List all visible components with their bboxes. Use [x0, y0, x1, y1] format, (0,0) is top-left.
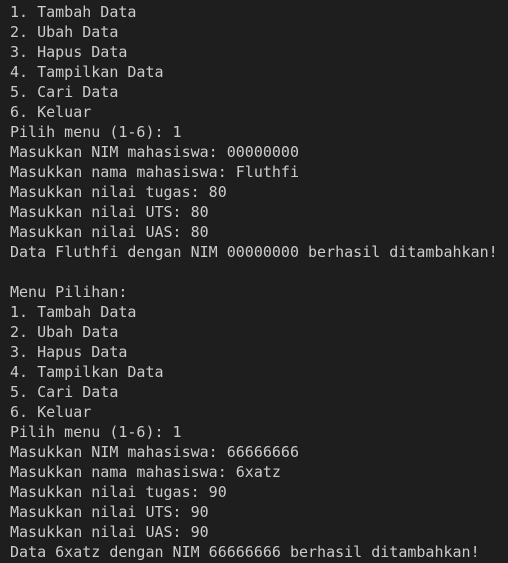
- terminal-line: 1. Tambah Data: [10, 3, 137, 21]
- terminal-line: Masukkan nilai UAS: 80: [10, 223, 209, 241]
- terminal-line: 5. Cari Data: [10, 383, 119, 401]
- terminal-line: 3. Hapus Data: [10, 343, 128, 361]
- terminal-line: 3. Hapus Data: [10, 43, 128, 61]
- terminal-line: Masukkan nilai tugas: 80: [10, 183, 227, 201]
- terminal-line: 5. Cari Data: [10, 83, 119, 101]
- terminal-line: Masukkan nama mahasiswa: 6xatz: [10, 463, 281, 481]
- terminal-line: 2. Ubah Data: [10, 23, 119, 41]
- terminal-line: 4. Tampilkan Data: [10, 363, 164, 381]
- terminal-line: Data Fluthfi dengan NIM 00000000 berhasi…: [10, 243, 498, 261]
- terminal-line: Pilih menu (1-6): 1: [10, 423, 182, 441]
- terminal-output[interactable]: 1. Tambah Data 2. Ubah Data 3. Hapus Data 4…: [0, 0, 508, 563]
- terminal-line: Menu Pilihan:: [10, 283, 128, 301]
- terminal-line: Masukkan nilai UTS: 80: [10, 203, 209, 221]
- terminal-line: Data 6xatz dengan NIM 66666666 berhasil …: [10, 543, 480, 561]
- terminal-line: Masukkan NIM mahasiswa: 66666666: [10, 443, 299, 461]
- terminal-line: 1. Tambah Data: [10, 303, 137, 321]
- terminal-line: Masukkan NIM mahasiswa: 00000000: [10, 143, 299, 161]
- terminal-line: Masukkan nama mahasiswa: Fluthfi: [10, 163, 299, 181]
- terminal-line: 6. Keluar: [10, 403, 92, 421]
- terminal-line: Pilih menu (1-6): 1: [10, 123, 182, 141]
- terminal-line: Masukkan nilai UTS: 90: [10, 503, 209, 521]
- terminal-line: Masukkan nilai UAS: 90: [10, 523, 209, 541]
- terminal-line: 6. Keluar: [10, 103, 92, 121]
- terminal-line: 2. Ubah Data: [10, 323, 119, 341]
- terminal-line: Masukkan nilai tugas: 90: [10, 483, 227, 501]
- terminal-line: 4. Tampilkan Data: [10, 63, 164, 81]
